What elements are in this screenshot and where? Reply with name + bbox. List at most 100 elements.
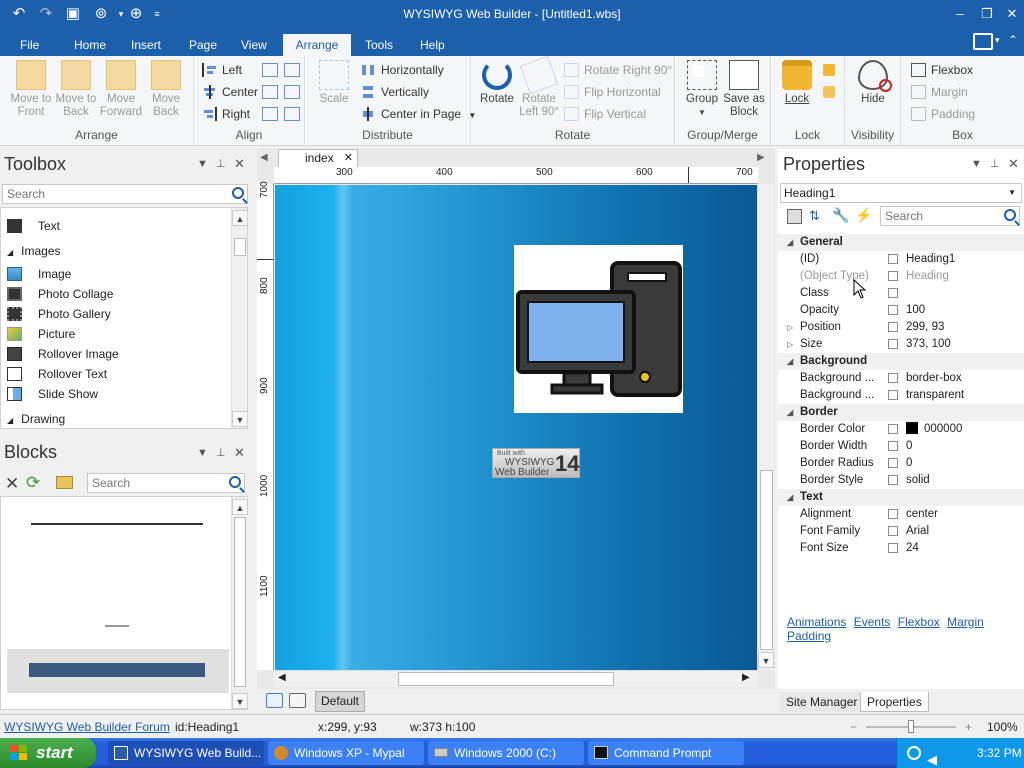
tab-arrange[interactable]: Arrange	[283, 34, 351, 56]
margin-button[interactable]: Margin	[911, 82, 968, 102]
blocks-search-input[interactable]: Search	[87, 473, 245, 493]
align-middle-icon[interactable]	[262, 85, 278, 99]
block-preview-text[interactable]	[105, 625, 129, 627]
block-preview-line[interactable]	[31, 523, 203, 525]
close-icon[interactable]: ✕	[1008, 156, 1019, 172]
properties-search-input[interactable]: Search	[880, 206, 1020, 226]
tab-home[interactable]: Home	[66, 34, 114, 56]
property-category[interactable]: ◢ General	[778, 234, 1024, 251]
events-lightning-icon[interactable]: ⚡	[855, 207, 872, 224]
page-settings-icon[interactable]	[289, 693, 306, 708]
color-swatch[interactable]	[906, 422, 918, 434]
property-category[interactable]: ◢ Text	[778, 489, 1024, 506]
property-row[interactable]: Border Color 000000	[778, 421, 1024, 438]
expand-icon[interactable]: ▷	[787, 336, 793, 353]
built-with-badge[interactable]: Built with WYSIWYG Web Builder 14	[492, 448, 580, 478]
property-row[interactable]: Font Size 24	[778, 540, 1024, 557]
toolbox-search-input[interactable]: Search	[2, 184, 248, 204]
property-row[interactable]: ▷ Position 299, 93	[778, 319, 1024, 336]
scroll-down-icon[interactable]: ▼	[232, 411, 247, 427]
toolbox-category-images[interactable]: ◢ Images	[7, 241, 61, 261]
tab-properties[interactable]: Properties	[860, 692, 929, 712]
tab-scroll-left-icon[interactable]: ◀	[260, 152, 268, 163]
flip-vertical-button[interactable]: Flip Vertical	[564, 104, 646, 124]
flexbox-link[interactable]: Flexbox	[898, 615, 940, 629]
close-icon[interactable]: ✕	[234, 156, 245, 172]
animations-link[interactable]: Animations	[787, 615, 846, 629]
property-value[interactable]: Heading1	[906, 251, 955, 268]
property-row[interactable]: Border Style solid	[778, 472, 1024, 489]
margin-link[interactable]: Margin	[947, 615, 984, 629]
scroll-thumb[interactable]	[398, 672, 614, 686]
property-value[interactable]: border-box	[906, 370, 962, 387]
rotate-right-button[interactable]: Rotate Right 90°	[564, 60, 672, 80]
chevron-down-icon[interactable]: ▾	[995, 35, 1000, 46]
align-right-button[interactable]: Right	[202, 104, 250, 124]
property-checkbox[interactable]	[888, 509, 898, 519]
lock-small-icon[interactable]	[823, 64, 835, 76]
flip-horizontal-button[interactable]: Flip Horizontal	[564, 82, 661, 102]
group-button[interactable]: Group ▼	[679, 60, 725, 119]
property-value[interactable]: 299, 93	[906, 319, 944, 336]
tab-site-manager[interactable]: Site Manager	[780, 692, 864, 712]
network-icon[interactable]	[907, 746, 921, 760]
sort-alpha-icon[interactable]: ⇅	[809, 208, 820, 224]
property-row[interactable]: (Object Type) Heading	[778, 268, 1024, 285]
zoom-in-button[interactable]: +	[965, 715, 972, 739]
categorized-view-icon[interactable]	[787, 209, 802, 224]
tab-view[interactable]: View	[233, 34, 275, 56]
same-size-icon[interactable]	[284, 107, 300, 121]
close-tab-icon[interactable]: ✕	[344, 150, 353, 167]
property-value[interactable]: 100	[906, 302, 925, 319]
tab-tools[interactable]: Tools	[357, 34, 401, 56]
property-row[interactable]: ▷ Size 373, 100	[778, 336, 1024, 353]
property-row[interactable]: Font Family Arial	[778, 523, 1024, 540]
search-icon[interactable]	[1004, 209, 1016, 221]
blocks-scrollbar[interactable]: ▲ ▼	[231, 497, 248, 709]
property-value[interactable]: Arial	[906, 523, 929, 540]
property-checkbox[interactable]	[888, 475, 898, 485]
align-top-icon[interactable]	[262, 63, 278, 77]
forum-link[interactable]: WYSIWYG Web Builder Forum	[4, 715, 170, 739]
property-row[interactable]: Background ... transparent	[778, 387, 1024, 404]
property-category[interactable]: ◢ Background	[778, 353, 1024, 370]
align-center-button[interactable]: Center	[202, 82, 258, 102]
same-width-icon[interactable]	[284, 63, 300, 77]
property-row[interactable]: Opacity 100	[778, 302, 1024, 319]
hide-button[interactable]: Hide	[850, 60, 896, 106]
scale-button[interactable]: Scale	[311, 60, 357, 106]
property-value[interactable]: 0	[906, 438, 912, 455]
collapse-ribbon-icon[interactable]: ⌃	[1008, 33, 1018, 47]
layout-icon[interactable]	[973, 33, 993, 50]
move-to-back-button[interactable]: Move to Back	[53, 60, 99, 119]
refresh-icon[interactable]: ⟳	[26, 473, 40, 493]
property-checkbox[interactable]	[888, 458, 898, 468]
property-value[interactable]: 0	[906, 455, 912, 472]
property-checkbox[interactable]	[888, 390, 898, 400]
rotate-left-button[interactable]: Rotate Left 90°	[516, 55, 562, 119]
property-row[interactable]: Border Radius 0	[778, 455, 1024, 472]
property-checkbox[interactable]	[888, 305, 898, 315]
breakpoint-default-tab[interactable]: Default	[315, 691, 365, 712]
property-checkbox[interactable]	[888, 288, 898, 298]
scroll-thumb[interactable]	[234, 238, 246, 256]
property-checkbox[interactable]	[888, 254, 898, 264]
property-checkbox[interactable]	[888, 424, 898, 434]
property-checkbox[interactable]	[888, 339, 898, 349]
save-as-block-button[interactable]: Save as Block	[721, 60, 767, 119]
scroll-thumb[interactable]	[760, 470, 773, 650]
property-checkbox[interactable]	[888, 322, 898, 332]
property-checkbox[interactable]	[888, 373, 898, 383]
align-bottom-icon[interactable]	[262, 107, 278, 121]
property-value[interactable]: 373, 100	[906, 336, 951, 353]
property-value[interactable]: 24	[906, 540, 919, 557]
tab-scroll-right-icon[interactable]: ▶	[757, 152, 765, 163]
tab-insert[interactable]: Insert	[123, 34, 169, 56]
property-value[interactable]: 000000	[906, 421, 962, 438]
expand-icon[interactable]: ▷	[787, 319, 793, 336]
same-height-icon[interactable]	[284, 85, 300, 99]
close-icon[interactable]: ✕	[234, 445, 245, 461]
flexbox-button[interactable]: Flexbox	[911, 60, 973, 80]
zoom-out-button[interactable]: −	[850, 715, 857, 739]
padding-button[interactable]: Padding	[911, 104, 975, 124]
